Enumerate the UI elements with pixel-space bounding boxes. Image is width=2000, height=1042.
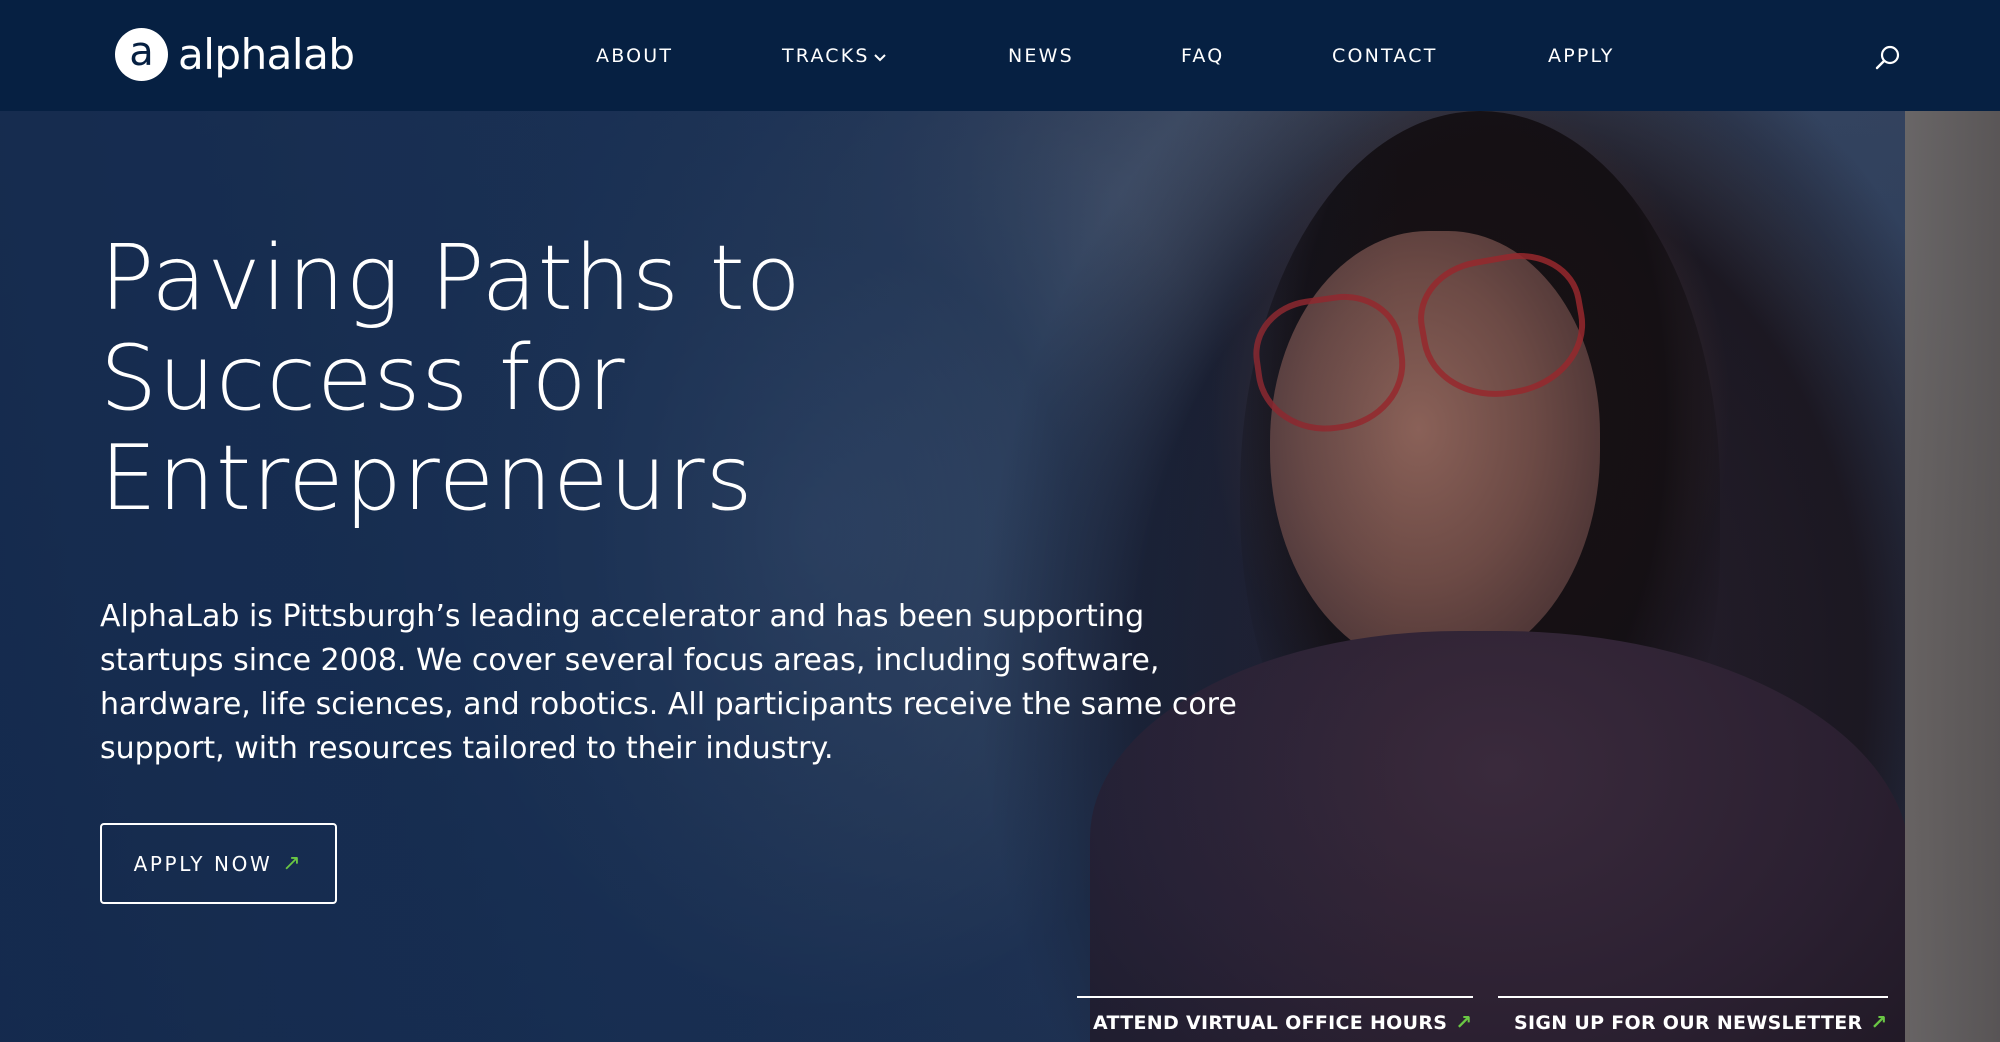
hero-intro-text: AlphaLab is Pittsburgh’s leading acceler… [100,599,1237,766]
hero-headline: Paving Paths to Success for Entrepreneur… [100,229,1000,529]
headline-line: Paving Paths to [100,226,802,331]
apply-now-button[interactable]: APPLY NOW ↗ [100,823,337,904]
arrow-up-right-icon: ↗ [1870,1010,1888,1034]
logo-mark-icon: a [115,28,168,81]
nav-about[interactable]: ABOUT [596,44,673,68]
apply-now-label: APPLY NOW [133,851,273,876]
newsletter-signup-link[interactable]: SIGN UP FOR OUR NEWSLETTER ↗ [1498,996,1888,1034]
alphalab-logo[interactable]: a alphalab [115,28,355,81]
headline-line: Success for [100,326,626,431]
nav-tracks[interactable]: TRACKS [782,44,886,68]
nav-apply[interactable]: APPLY [1548,44,1615,68]
headline-line: Entrepreneurs [100,426,754,531]
chevron-down-icon [873,44,886,68]
virtual-office-hours-link[interactable]: ATTEND VIRTUAL OFFICE HOURS ↗ [1077,996,1473,1034]
site-header: a alphalab ABOUT TRACKS NEWS FAQ CONTACT… [0,0,2000,111]
hero-section: Paving Paths to Success for Entrepreneur… [0,111,2000,1042]
search-icon[interactable] [1874,44,1902,72]
nav-tracks-label: TRACKS [782,45,870,67]
arrow-up-right-icon: ↗ [1455,1010,1473,1034]
nav-faq[interactable]: FAQ [1181,44,1224,68]
arrow-up-right-icon: ↗ [282,851,304,876]
nav-news[interactable]: NEWS [1008,44,1074,68]
cta-label: SIGN UP FOR OUR NEWSLETTER [1514,1012,1863,1034]
cta-label: ATTEND VIRTUAL OFFICE HOURS [1093,1012,1448,1034]
logo-wordmark: alphalab [178,29,355,79]
nav-contact[interactable]: CONTACT [1332,44,1438,68]
